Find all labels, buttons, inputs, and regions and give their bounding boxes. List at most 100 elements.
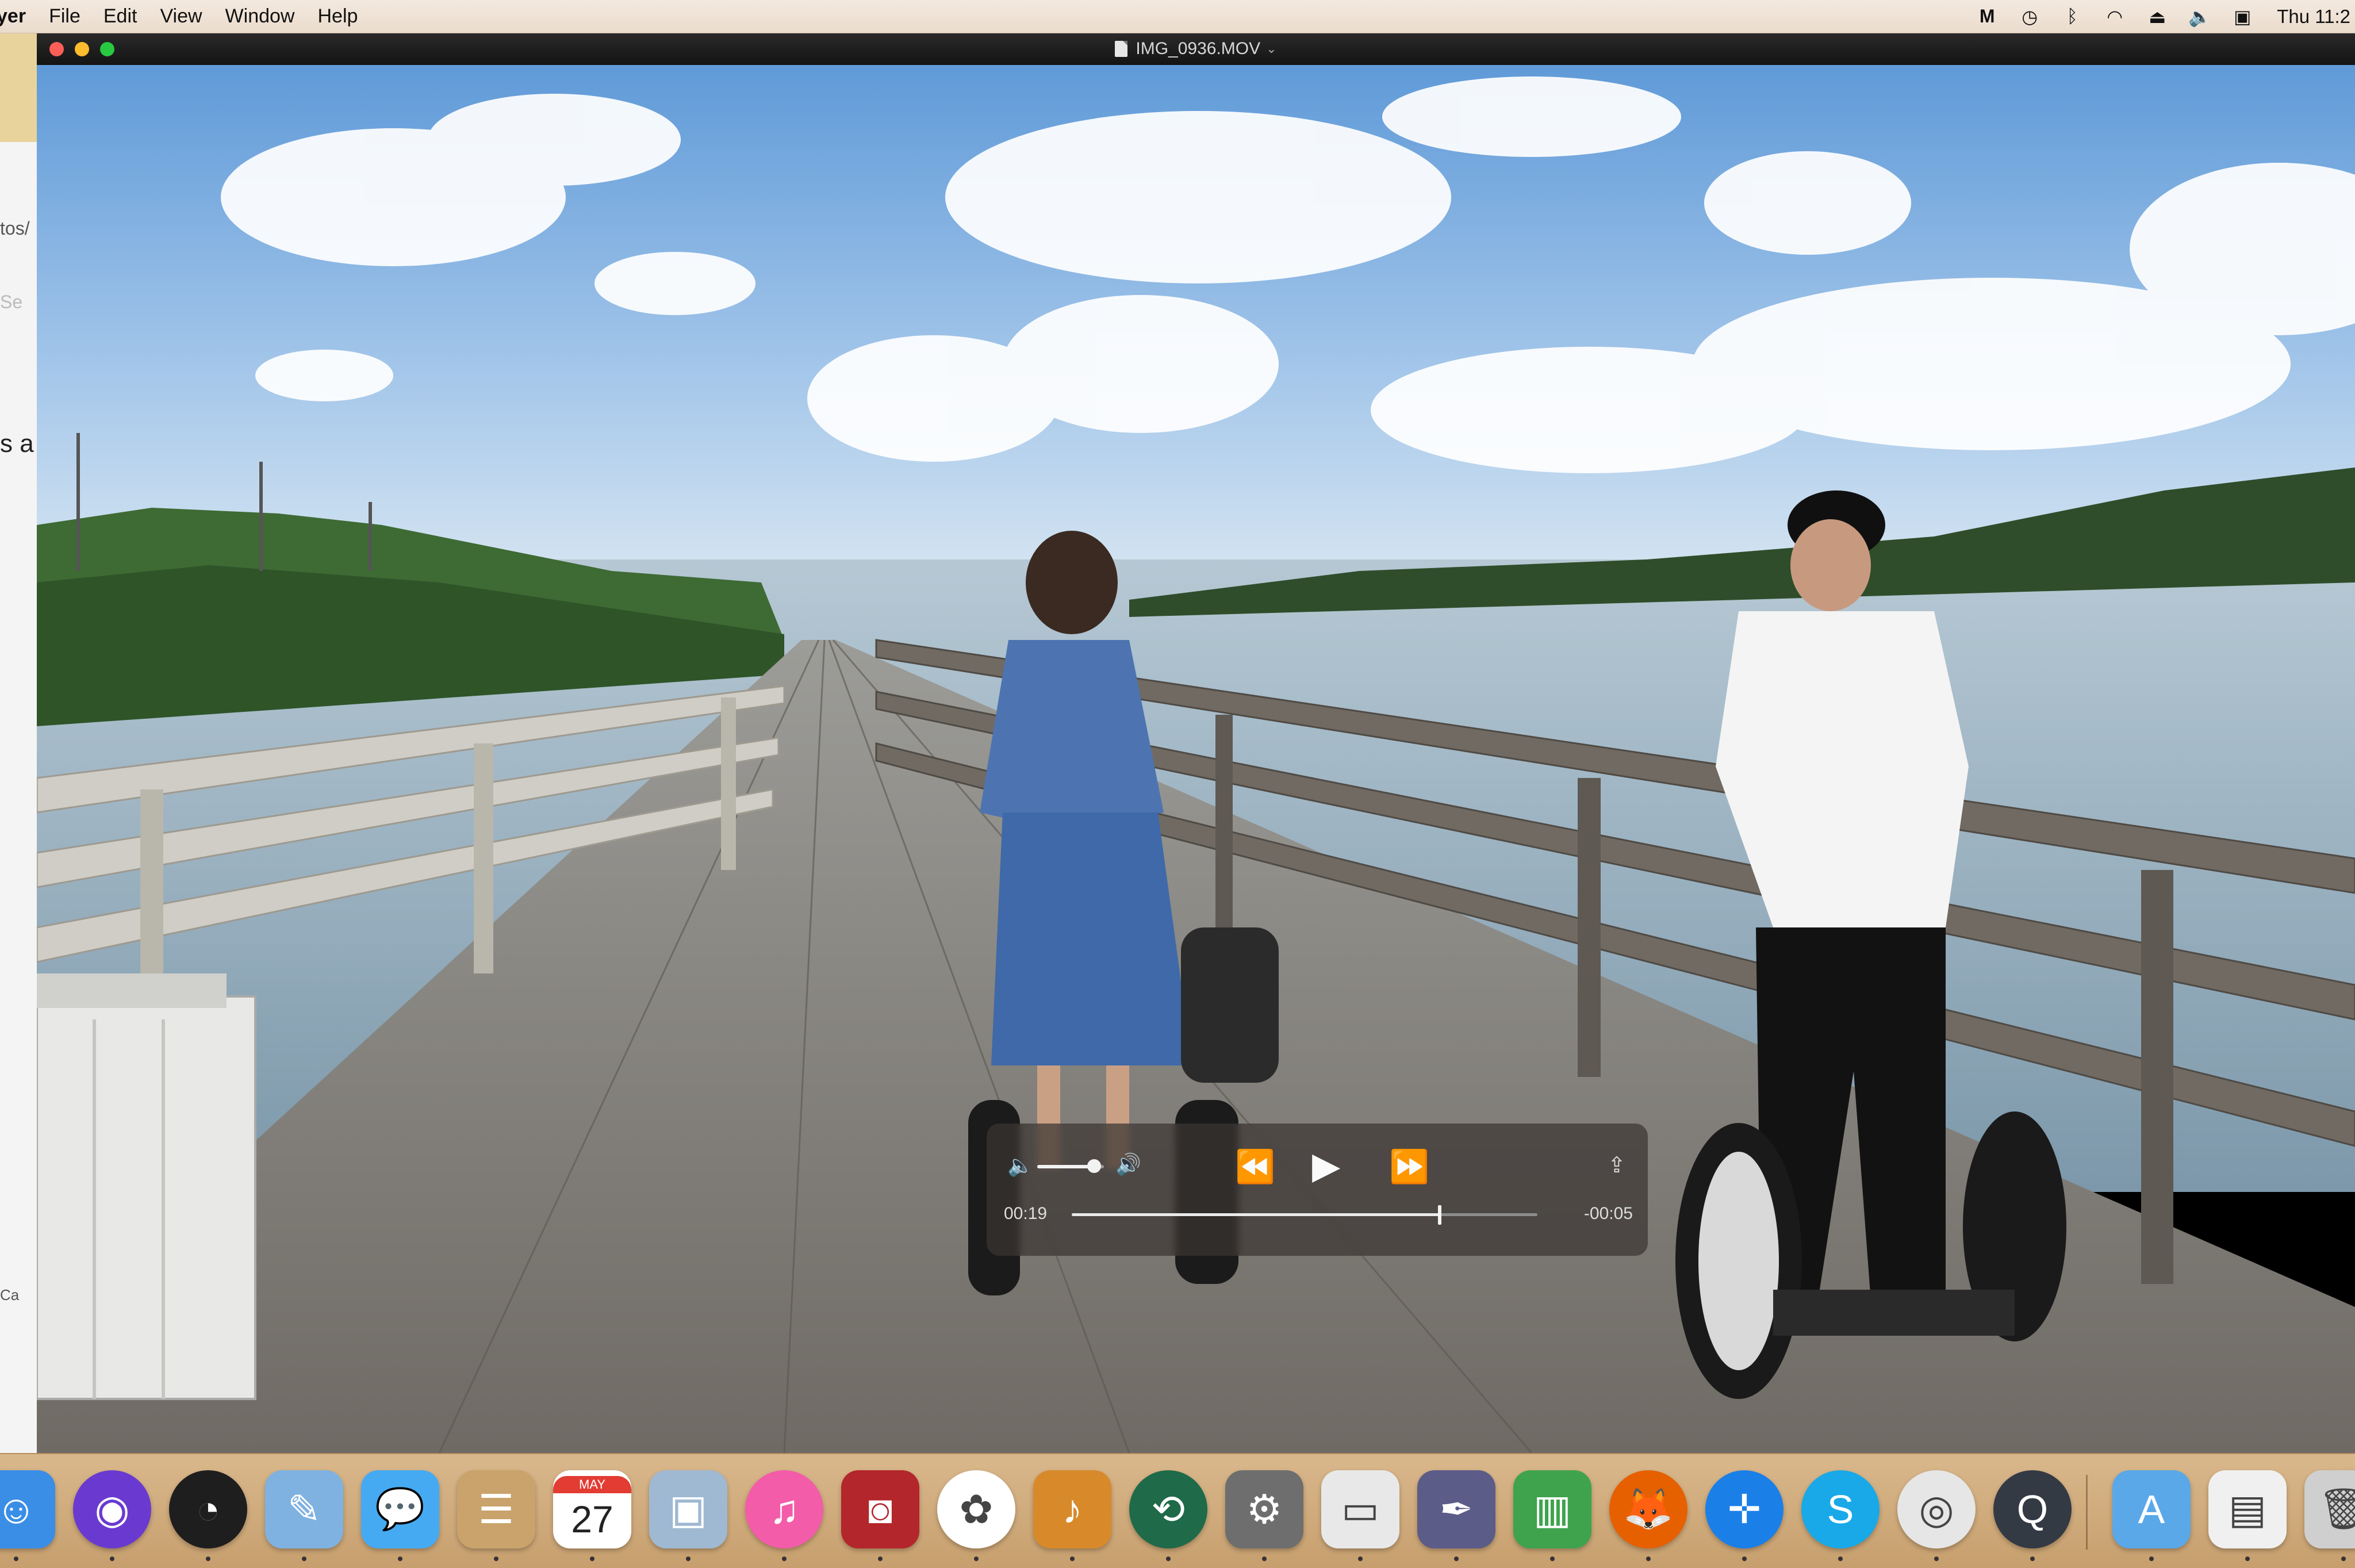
running-indicator bbox=[686, 1557, 691, 1561]
menu-bar: yer File Edit View Window Help M ◷ ᛒ ◠ ⏏… bbox=[0, 0, 2355, 33]
calendar-month: MAY bbox=[553, 1476, 631, 1493]
photo-booth-dock-icon[interactable]: ◙ bbox=[841, 1470, 919, 1548]
minimize-button[interactable] bbox=[75, 42, 89, 56]
messages-icon: 💬 bbox=[375, 1486, 425, 1531]
scrubber-playhead[interactable] bbox=[1437, 1205, 1441, 1225]
numbers-icon: ▥ bbox=[1533, 1487, 1572, 1532]
playback-controls[interactable]: 🔈 🔊 ⏪ ▶ ⏩ ⇪ 00:19 -00:05 bbox=[987, 1124, 1648, 1256]
itunes-icon: ♫ bbox=[769, 1487, 800, 1532]
volume-low-icon[interactable]: 🔈 bbox=[1007, 1153, 1033, 1178]
menu-clock[interactable]: Thu 11:2 bbox=[2277, 6, 2350, 28]
zoom-button[interactable] bbox=[100, 42, 114, 56]
wifi-icon[interactable]: ◠ bbox=[2102, 6, 2127, 28]
display-status-icon[interactable]: ▣ bbox=[2230, 6, 2255, 28]
running-indicator bbox=[1070, 1557, 1075, 1561]
safari-dock-icon[interactable]: ✛ bbox=[1705, 1470, 1783, 1548]
share-button[interactable]: ⇪ bbox=[1608, 1152, 1626, 1178]
menu-file[interactable]: File bbox=[49, 5, 80, 28]
firefox-dock-icon[interactable]: 🦊 bbox=[1609, 1470, 1687, 1548]
garageband-dock-icon[interactable]: ♪ bbox=[1033, 1470, 1111, 1548]
itunes-dock-icon[interactable]: ♫ bbox=[745, 1470, 823, 1548]
preview-dock-icon[interactable]: ✎ bbox=[265, 1470, 343, 1548]
running-indicator bbox=[494, 1557, 498, 1561]
dashboard-dock-icon[interactable]: ◔ bbox=[169, 1470, 247, 1548]
menu-window[interactable]: Window bbox=[225, 5, 295, 28]
window-title[interactable]: IMG_0936.MOV bbox=[1136, 39, 1260, 59]
calendar-dock-icon[interactable]: MAY 27 bbox=[553, 1470, 631, 1548]
volume-status-icon[interactable]: 🔈 bbox=[2187, 6, 2212, 28]
background-text-fragment: s a bbox=[0, 430, 34, 458]
finder-dock-icon[interactable]: ☺ bbox=[0, 1470, 55, 1548]
photos-dock-icon[interactable]: ✿ bbox=[937, 1470, 1015, 1548]
volume-knob[interactable] bbox=[1087, 1159, 1101, 1173]
garageband-icon: ♪ bbox=[1062, 1487, 1083, 1532]
chevron-down-icon[interactable]: ⌄ bbox=[1266, 41, 1276, 56]
downloads-dock-icon[interactable]: ▤ bbox=[2208, 1470, 2287, 1548]
quicktime-dock-icon[interactable]: Q bbox=[1993, 1470, 2072, 1548]
menu-view[interactable]: View bbox=[160, 5, 202, 28]
keynote-icon: ▭ bbox=[1341, 1487, 1380, 1532]
skype-icon: S bbox=[1827, 1487, 1854, 1532]
running-indicator bbox=[398, 1557, 402, 1561]
elapsed-time: 00:19 bbox=[1004, 1204, 1048, 1223]
calendar-day: 27 bbox=[571, 1498, 613, 1540]
running-indicator bbox=[1550, 1557, 1555, 1561]
chrome-dock-icon[interactable]: ◎ bbox=[1897, 1470, 1976, 1548]
chrome-icon: ◎ bbox=[1919, 1487, 1954, 1532]
messages-dock-icon[interactable]: 💬 bbox=[361, 1470, 439, 1548]
applications-folder-dock-icon[interactable]: A bbox=[2112, 1470, 2191, 1548]
time-machine-status-icon[interactable]: ◷ bbox=[2017, 6, 2042, 28]
menu-app-name[interactable]: yer bbox=[0, 5, 26, 28]
time-machine-dock-icon[interactable]: ⟲ bbox=[1129, 1470, 1207, 1548]
numbers-dock-icon[interactable]: ▥ bbox=[1513, 1470, 1591, 1548]
scrubber-bar[interactable] bbox=[1072, 1213, 1537, 1216]
running-indicator bbox=[1646, 1557, 1651, 1561]
keynote-dock-icon[interactable]: ▭ bbox=[1321, 1470, 1399, 1548]
image-capture-icon: ▣ bbox=[669, 1487, 708, 1532]
skype-dock-icon[interactable]: S bbox=[1801, 1470, 1880, 1548]
trash-dock-icon[interactable]: 🗑 bbox=[2304, 1470, 2355, 1548]
system-preferences-dock-icon[interactable]: ⚙ bbox=[1225, 1470, 1303, 1548]
rewind-button[interactable]: ⏪ bbox=[1235, 1148, 1275, 1186]
system-preferences-icon: ⚙ bbox=[1246, 1487, 1283, 1532]
running-indicator bbox=[782, 1557, 787, 1561]
running-indicator bbox=[302, 1557, 306, 1561]
running-indicator bbox=[1838, 1557, 1843, 1561]
running-indicator bbox=[1934, 1557, 1939, 1561]
bluetooth-icon[interactable]: ᛒ bbox=[2059, 6, 2085, 27]
close-button[interactable] bbox=[49, 42, 64, 56]
volume-high-icon[interactable]: 🔊 bbox=[1115, 1152, 1141, 1176]
finder-icon: ☺ bbox=[0, 1487, 37, 1532]
document-icon bbox=[1115, 41, 1128, 57]
contacts-icon: ☰ bbox=[478, 1487, 515, 1532]
dock-separator bbox=[2086, 1475, 2088, 1550]
quicktime-window: IMG_0936.MOV ⌄ 🔈 🔊 ⏪ ▶ ⏩ ⇪ 00:19 -00:05 bbox=[37, 33, 2355, 1453]
running-indicator bbox=[2149, 1557, 2154, 1561]
fast-forward-button[interactable]: ⏩ bbox=[1389, 1148, 1429, 1186]
image-capture-dock-icon[interactable]: ▣ bbox=[649, 1470, 727, 1548]
background-text-fragment: Ca bbox=[0, 1286, 20, 1304]
running-indicator bbox=[1166, 1557, 1171, 1561]
menu-extras: M ◷ ᛒ ◠ ⏏ 🔈 ▣ Thu 11:2 bbox=[1957, 0, 2355, 33]
scrubber-progress bbox=[1072, 1213, 1440, 1216]
running-indicator bbox=[2341, 1557, 2346, 1561]
window-title-bar[interactable]: IMG_0936.MOV ⌄ bbox=[37, 33, 2355, 65]
mail-status-icon[interactable]: M bbox=[1974, 6, 2000, 27]
dashboard-icon: ◔ bbox=[195, 1487, 221, 1532]
play-button[interactable]: ▶ bbox=[1312, 1144, 1340, 1187]
volume-slider-fill bbox=[1037, 1165, 1094, 1168]
siri-dock-icon[interactable]: ◉ bbox=[73, 1470, 151, 1548]
background-window[interactable]: tos/ Se s a Ca bbox=[0, 33, 37, 1453]
script-editor-dock-icon[interactable]: ✒ bbox=[1417, 1470, 1495, 1548]
menu-edit[interactable]: Edit bbox=[103, 5, 137, 28]
background-text-fragment: tos/ bbox=[0, 218, 30, 239]
menu-help[interactable]: Help bbox=[317, 5, 358, 28]
running-indicator bbox=[2030, 1557, 2035, 1561]
running-indicator bbox=[590, 1557, 594, 1561]
airplay-icon[interactable]: ⏏ bbox=[2145, 6, 2170, 28]
running-indicator bbox=[14, 1557, 18, 1561]
contacts-dock-icon[interactable]: ☰ bbox=[457, 1470, 535, 1548]
time-machine-icon: ⟲ bbox=[1151, 1487, 1186, 1532]
trash-icon: 🗑 bbox=[2318, 1486, 2355, 1531]
siri-icon: ◉ bbox=[94, 1487, 130, 1532]
